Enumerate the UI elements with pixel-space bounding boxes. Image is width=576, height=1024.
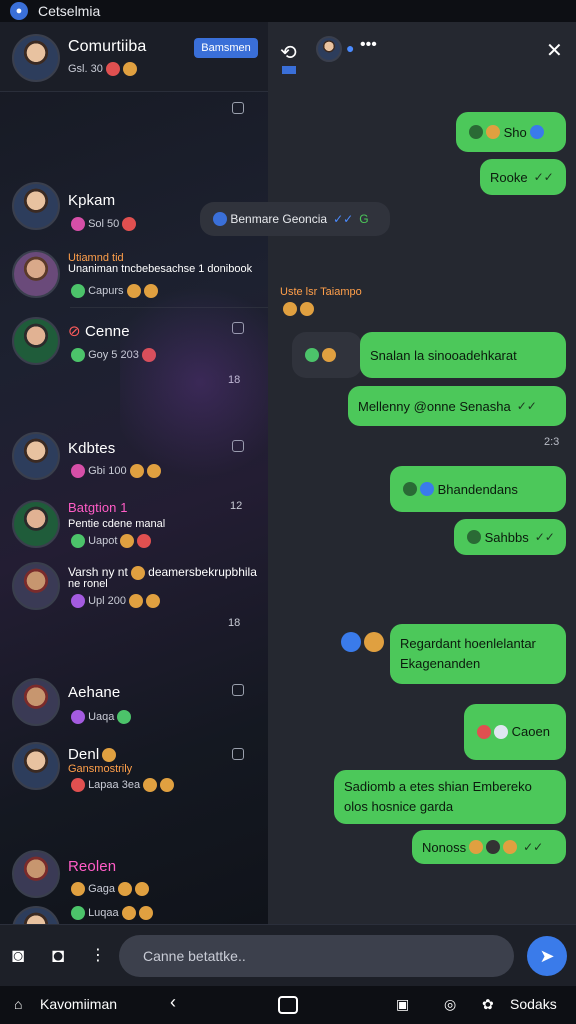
chat-time: 18 [228, 617, 241, 629]
message-bubble[interactable]: Sahbbs ✓✓ [454, 519, 566, 555]
more-icon[interactable]: ⋮ [90, 945, 106, 965]
more-icon[interactable]: ••• [360, 36, 377, 54]
camera-icon [232, 322, 244, 334]
message-input[interactable]: Canne betattke.. [119, 935, 514, 977]
avatar [12, 850, 60, 898]
divider [70, 307, 268, 308]
bottom-nav: ⌂ Kavomiiman ‹ ▣ ◎ ✿ Sodaks [0, 986, 576, 1024]
chat-sub: Uaqa [68, 710, 132, 724]
nav-right-label[interactable]: Sodaks [510, 996, 557, 1012]
chat-line: Pentie cdene manal [68, 518, 166, 530]
home-icon[interactable]: ⌂ [14, 996, 22, 1012]
profile-header: Comurtiiba Gsl. 30 Bamsmen [0, 22, 268, 92]
chat-name: Reolen [68, 858, 117, 875]
chat-sub: Lapaa 3ea [68, 778, 175, 792]
back-icon[interactable]: ⟲ [280, 40, 297, 65]
chat-sub: Upl 200 [68, 594, 160, 608]
close-icon[interactable]: ✕ [546, 38, 563, 63]
message-bubble[interactable]: Nonoss ✓✓ [412, 830, 566, 864]
message-bubble[interactable]: Mellenny @onne Senasha ✓✓ [348, 386, 566, 426]
message-bubble[interactable]: Bhandendans [390, 466, 566, 512]
send-button[interactable]: ➤ [527, 936, 567, 976]
chat-sub: Luqaa [68, 906, 153, 920]
message-bubble[interactable]: Sho [456, 112, 566, 152]
chat-sub: Gbi 100 [68, 464, 161, 478]
message-bubble[interactable]: Caoen [464, 704, 566, 760]
app-icon: ● [10, 2, 28, 20]
search-icon[interactable]: ◎ [444, 996, 456, 1013]
reaction-icons [280, 300, 314, 318]
message-bubble[interactable]: Regardant hoenlelantar Ekagenanden [390, 624, 566, 684]
back-icon[interactable]: ‹ [170, 992, 176, 1013]
chat-line: ne ronel [68, 578, 108, 590]
chat-sub: Uapot [68, 534, 152, 548]
chat-name: ⊘ Cenne [68, 323, 130, 340]
avatar [12, 317, 60, 365]
conversation-panel: ⟲ ● ••• ✕ Sho Rooke ✓✓ Benmare Geoncia ✓✓ G… [200, 22, 576, 924]
profile-name: Comurtiiba [68, 38, 147, 55]
incoming-bubble[interactable]: Benmare Geoncia ✓✓ G [200, 202, 390, 236]
status-app-name: Cetselmia [38, 3, 101, 19]
avatar [12, 678, 60, 726]
chat-time: 18 [228, 374, 241, 386]
message-bubble[interactable]: Sadiomb a etes shian Embereko olos hosni… [334, 770, 566, 824]
avatar [12, 500, 60, 548]
message-time: 2:3 [544, 436, 560, 448]
chat-list-panel: Comurtiiba Gsl. 30 Bamsmen Kpkam Sol 50 … [0, 22, 268, 924]
verified-icon: ● [346, 40, 355, 56]
header-action-button[interactable]: Bamsmen [194, 38, 258, 58]
profile-sub: Gsl. 30 [68, 62, 137, 76]
avatar [12, 906, 60, 924]
sender-label: Uste lsr Taiampo [280, 286, 362, 298]
chat-name: Kdbtes [68, 440, 116, 457]
conversation-header: ⟲ ● ••• ✕ [268, 22, 576, 78]
message-bubble[interactable]: Rooke ✓✓ [480, 159, 566, 195]
chat-name: Kpkam [68, 192, 116, 209]
avatar [12, 742, 60, 790]
chat-name: Aehane [68, 684, 121, 701]
settings-icon[interactable]: ✿ [482, 996, 494, 1013]
chat-sub: Capurs [68, 284, 158, 298]
chat-sub: Gaga [68, 882, 149, 896]
message-composer: ◙ ◘ ⋮ Canne betattke.. ➤ [0, 924, 576, 986]
avatar[interactable] [12, 34, 60, 82]
chat-menu-icon [232, 684, 244, 696]
incoming-bubble[interactable] [292, 332, 362, 378]
avatar [12, 182, 60, 230]
chat-menu-icon[interactable] [232, 102, 244, 114]
media-icon[interactable]: ▣ [396, 996, 409, 1013]
camera-icon [232, 748, 244, 760]
avatar [12, 562, 60, 610]
flag-icon [282, 66, 296, 74]
chat-sub: Goy 5 203 [68, 348, 156, 362]
photo-icon[interactable]: ◘ [52, 945, 64, 968]
chat-line: Gansmostrily [68, 763, 133, 775]
camera-icon[interactable]: ◙ [12, 945, 24, 968]
nav-left-label[interactable]: Kavomiiman [40, 996, 117, 1012]
chat-sub: Sol 50 [68, 217, 137, 231]
chat-name: Denl [68, 746, 117, 763]
avatar [12, 250, 60, 298]
status-bar: ● Cetselmia ◉ ◠ ▟ ✕ [0, 0, 576, 924]
chat-menu-icon [232, 440, 244, 452]
avatar [12, 432, 60, 480]
home-button[interactable] [278, 996, 298, 1014]
avatar[interactable] [316, 36, 342, 62]
chat-name: Batgtion 1 [68, 500, 128, 515]
chat-line: Unaniman tncbebesachse 1 donibook [68, 263, 253, 275]
chat-time: 12 [230, 500, 243, 512]
message-bubble[interactable]: Snalan la sinooadehkarat [360, 332, 566, 378]
reaction-icons [338, 632, 384, 652]
